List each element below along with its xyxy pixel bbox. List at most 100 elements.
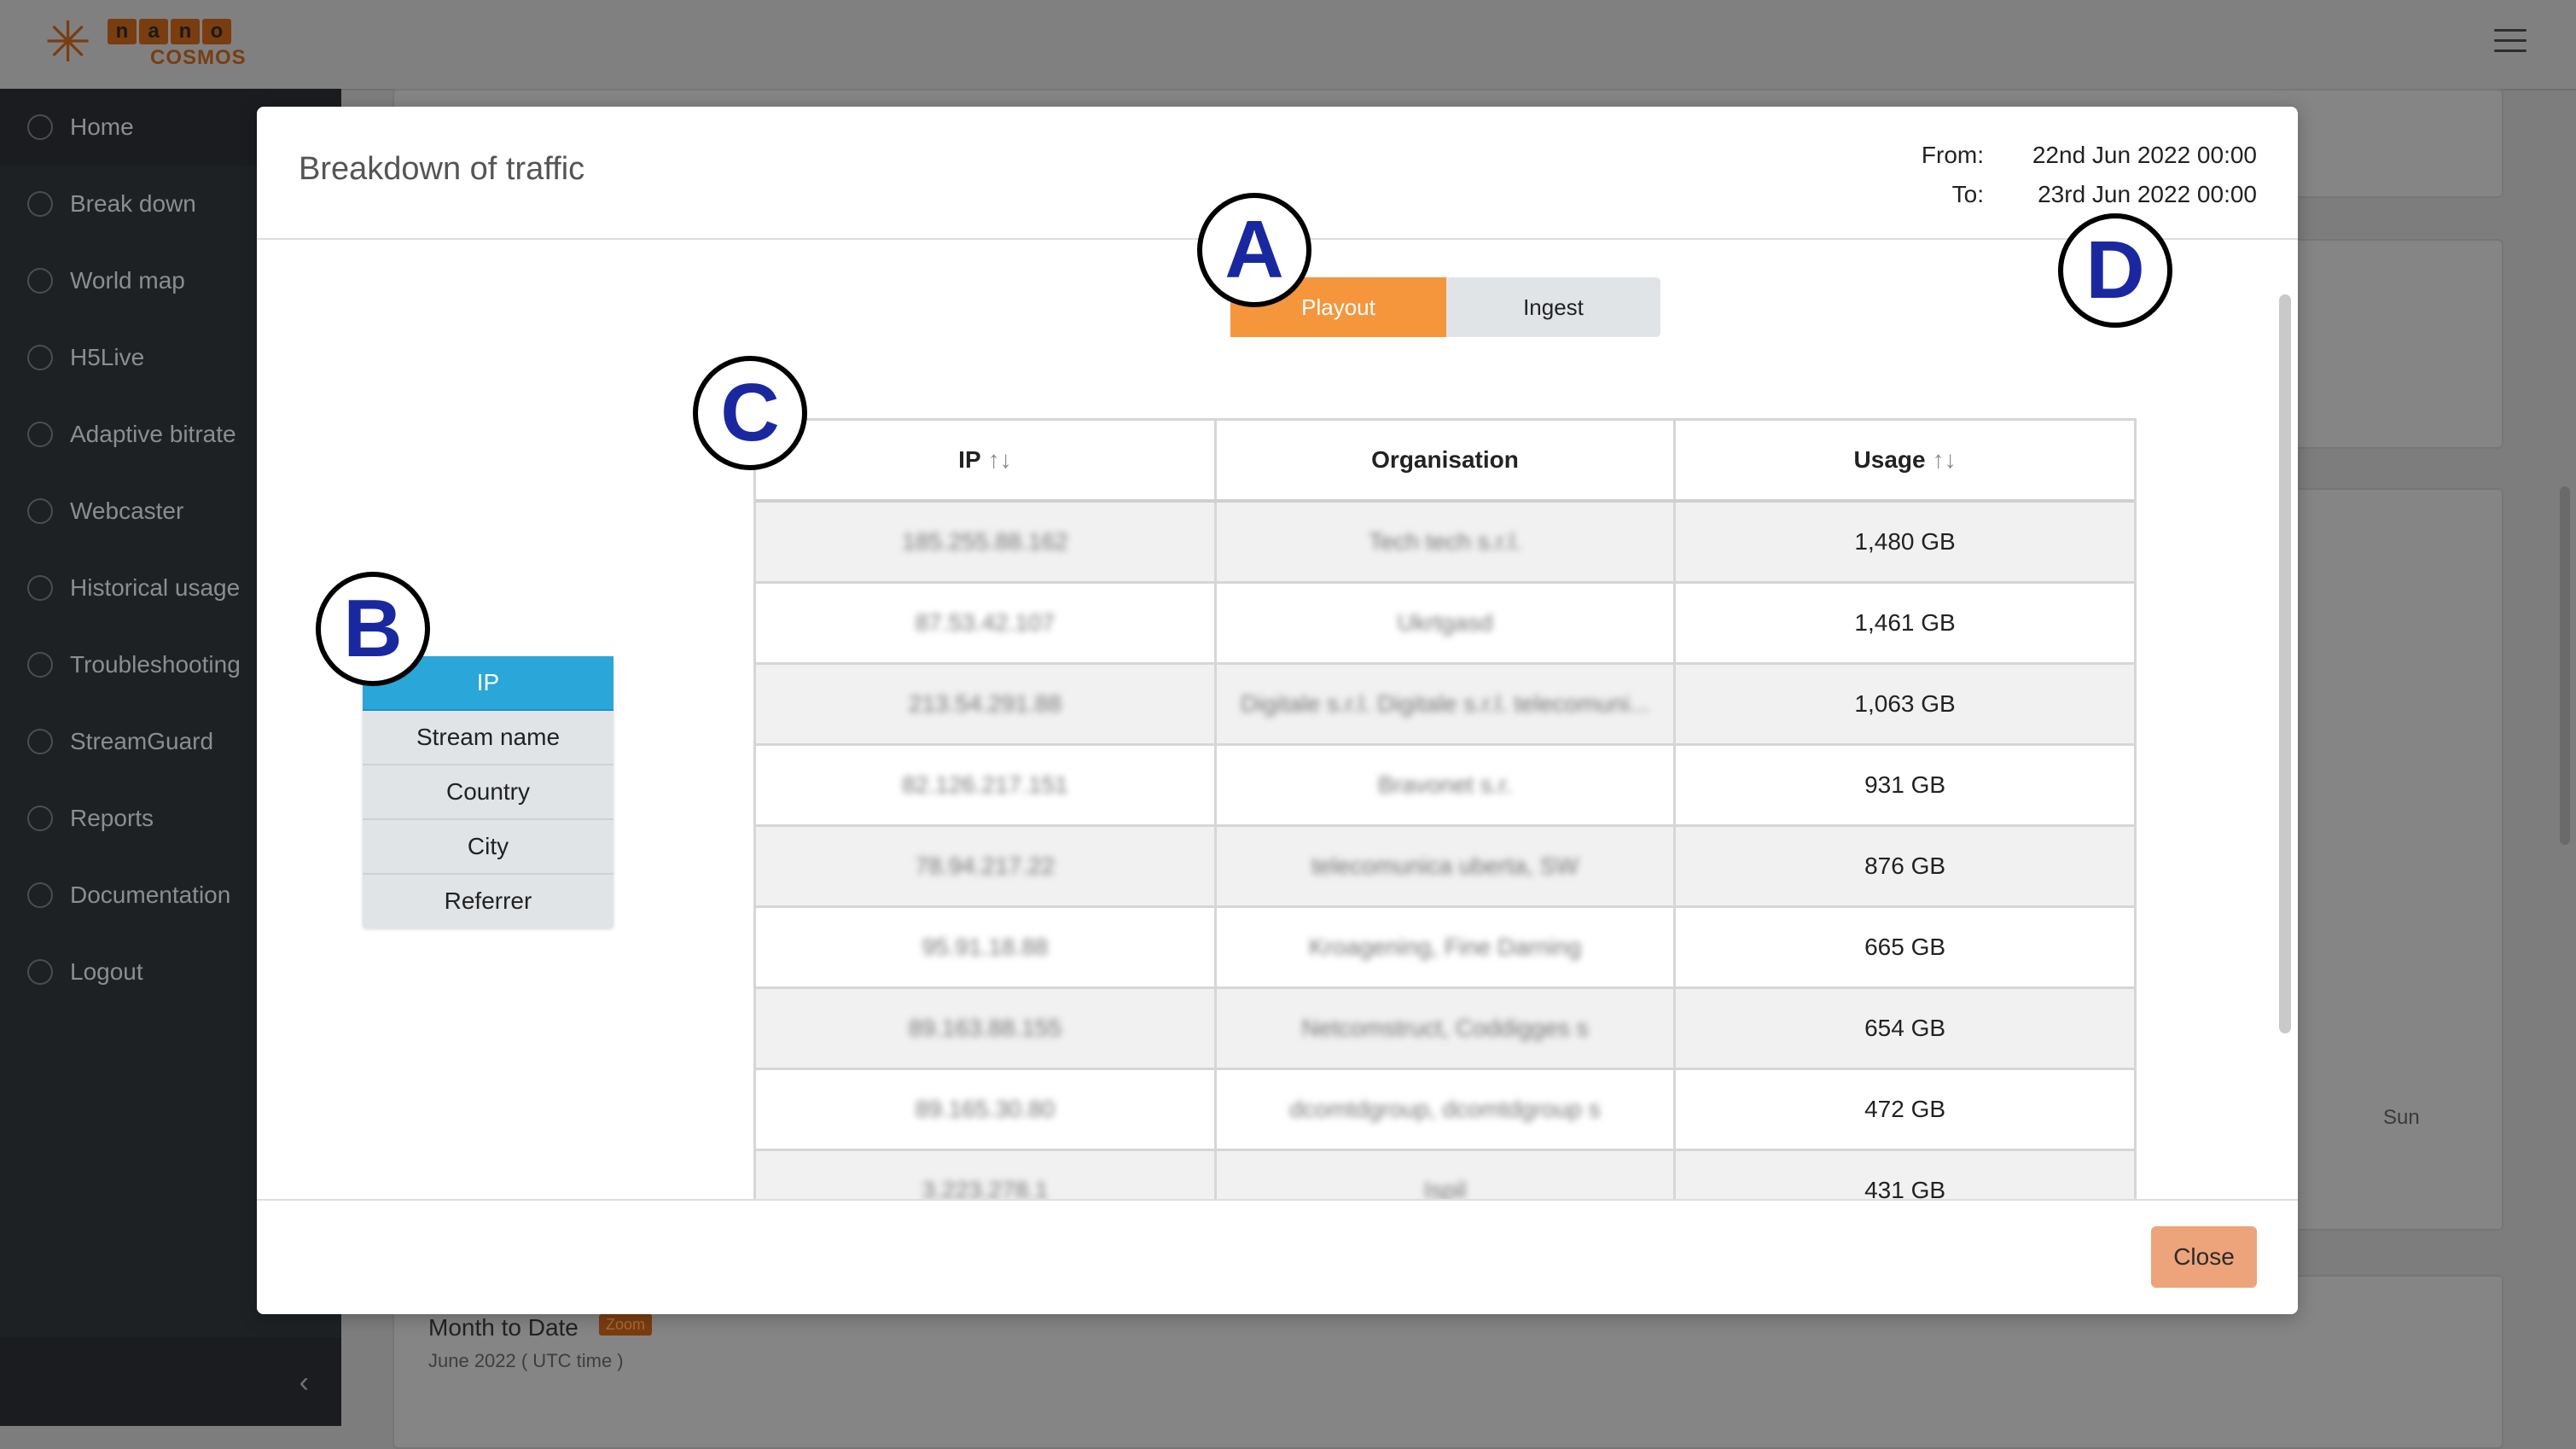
sort-icon[interactable]: ↑↓ bbox=[988, 446, 1012, 473]
ip-cell: 185.255.88.162 bbox=[756, 501, 1217, 584]
organisation-cell: Kroagening, Fine Darning bbox=[1215, 906, 1677, 989]
sidebar-item-label: World map bbox=[70, 267, 185, 294]
sidebar-item-label: Break down bbox=[70, 190, 196, 217]
sidebar-item-label: Logout bbox=[70, 958, 143, 985]
ip-cell-value: 89.165.30.80 bbox=[915, 1096, 1055, 1122]
organisation-cell-value: Bravonet s.r. bbox=[1377, 771, 1513, 798]
chevron-left-icon: ‹ bbox=[299, 1366, 309, 1399]
organisation-cell-value: Netcomstruct, Coddigges s bbox=[1301, 1015, 1589, 1041]
sidebar-item-label: Home bbox=[70, 113, 134, 140]
column-header-label: Organisation bbox=[1371, 446, 1519, 473]
modal-footer: Close bbox=[257, 1199, 2298, 1314]
table-header-row: IP ↑↓ Organisation Usage ↑↓ bbox=[756, 421, 2134, 503]
ip-cell: 89.165.30.80 bbox=[756, 1068, 1217, 1151]
dashboard-icon bbox=[27, 114, 53, 140]
usage-cell: 931 GB bbox=[1674, 744, 2134, 827]
from-value: 22nd Jun 2022 00:00 bbox=[2032, 142, 2257, 168]
usage-cell-value: 654 GB bbox=[1864, 1015, 1946, 1041]
ip-cell-value: 213.54.291.88 bbox=[908, 690, 1061, 717]
organisation-cell-value: telecomunica uberta, SW bbox=[1311, 853, 1579, 879]
ip-cell-value: 82.126.217.151 bbox=[902, 771, 1068, 798]
column-header-ip[interactable]: IP ↑↓ bbox=[756, 421, 1217, 503]
ip-cell: 213.54.291.88 bbox=[756, 663, 1217, 746]
hamburger-menu-icon[interactable] bbox=[2494, 29, 2527, 55]
ip-cell-value: 95.91.18.88 bbox=[922, 934, 1049, 960]
table-row: 89.165.30.80 dcomtdgroup, dcomtdgroup s 47… bbox=[756, 1068, 2134, 1151]
group-by-list: IP Stream name Country City Referrer bbox=[363, 656, 613, 928]
logout-icon bbox=[27, 959, 53, 985]
file-icon bbox=[27, 806, 53, 831]
sidebar-item-label: H5Live bbox=[70, 344, 145, 370]
usage-cell: 1,480 GB bbox=[1674, 501, 2134, 584]
organisation-cell: Tech tech s.r.l. bbox=[1215, 501, 1677, 584]
usage-cell: 472 GB bbox=[1674, 1068, 2134, 1151]
book-icon bbox=[27, 882, 53, 908]
background-zoom-badge[interactable]: Zoom bbox=[599, 1314, 653, 1336]
usage-cell: 876 GB bbox=[1674, 825, 2134, 908]
marker-d: D bbox=[2058, 213, 2172, 328]
dashboard-icon bbox=[27, 345, 53, 370]
logo-star-icon: ✳ bbox=[44, 9, 92, 75]
ip-cell-value: 185.255.88.162 bbox=[902, 528, 1068, 555]
usage-cell: 1,461 GB bbox=[1674, 582, 2134, 665]
organisation-cell: dcomtdgroup, dcomtdgroup s bbox=[1215, 1068, 1677, 1151]
traffic-table: IP ↑↓ Organisation Usage ↑↓ 185.255.88.162… bbox=[753, 418, 2137, 1314]
column-header-organisation: Organisation bbox=[1215, 421, 1677, 503]
column-header-usage[interactable]: Usage ↑↓ bbox=[1674, 421, 2134, 503]
table-row: 78.94.217.22 telecomunica uberta, SW 876 G… bbox=[756, 825, 2134, 908]
usage-cell-value: 931 GB bbox=[1864, 771, 1946, 798]
date-range: From: 22nd Jun 2022 00:00 To: 23rd Jun 202… bbox=[1873, 136, 2257, 214]
sidebar-item-label: Documentation bbox=[70, 882, 231, 908]
organisation-cell-value: dcomtdgroup, dcomtdgroup s bbox=[1289, 1096, 1601, 1122]
page-scrollbar[interactable] bbox=[2560, 486, 2570, 845]
organisation-cell-value: Digitale s.r.l. Digitale s.r.l. telecomu… bbox=[1240, 690, 1650, 717]
logo-letter: o bbox=[202, 19, 231, 44]
clock-icon bbox=[27, 575, 53, 601]
table-row: 185.255.88.162 Tech tech s.r.l. 1,480 GB bbox=[756, 501, 2134, 584]
table-row: 82.126.217.151 Bravonet s.r. 931 GB bbox=[756, 744, 2134, 827]
sidebar-item-label: Reports bbox=[70, 805, 154, 831]
ip-cell: 89.163.88.155 bbox=[756, 987, 1217, 1070]
usage-cell-value: 472 GB bbox=[1864, 1096, 1946, 1122]
logo-letter: n bbox=[171, 19, 200, 44]
tab-ingest[interactable]: Ingest bbox=[1446, 277, 1660, 337]
column-header-label: Usage bbox=[1853, 446, 1926, 473]
usage-cell-value: 1,480 GB bbox=[1854, 528, 1956, 555]
group-by-city[interactable]: City bbox=[363, 820, 613, 875]
organisation-cell: telecomunica uberta, SW bbox=[1215, 825, 1677, 908]
table-row: 213.54.291.88 Digitale s.r.l. Digitale s.… bbox=[756, 663, 2134, 746]
ip-cell: 82.126.217.151 bbox=[756, 744, 1217, 827]
background-chart-day-label: Sun bbox=[2383, 1106, 2420, 1129]
logo-letter: n bbox=[108, 19, 137, 44]
organisation-cell-value: Kroagening, Fine Darning bbox=[1308, 934, 1582, 960]
marker-a: A bbox=[1197, 193, 1311, 307]
sidebar-item-label: Adaptive bitrate bbox=[70, 421, 236, 447]
close-button[interactable]: Close bbox=[2151, 1226, 2257, 1288]
ip-cell-value: 78.94.217.22 bbox=[915, 853, 1055, 879]
usage-cell-value: 876 GB bbox=[1864, 853, 1946, 879]
top-bar: ✳ n a n o COSMOS bbox=[0, 0, 2576, 90]
from-label: From: bbox=[1921, 142, 1984, 168]
modal-scrollbar-thumb[interactable] bbox=[2279, 294, 2291, 1033]
logo-letter: a bbox=[139, 19, 168, 44]
organisation-cell-value: Tech tech s.r.l. bbox=[1369, 528, 1521, 555]
group-by-country[interactable]: Country bbox=[363, 765, 613, 820]
sidebar-item-label: Troubleshooting bbox=[70, 651, 241, 678]
marker-b: B bbox=[316, 572, 430, 686]
to-value: 23rd Jun 2022 00:00 bbox=[2038, 181, 2257, 207]
table-row: 95.91.18.88 Kroagening, Fine Darning 665 G… bbox=[756, 906, 2134, 989]
dashboard-icon bbox=[27, 268, 53, 294]
logo-letters: n a n o bbox=[108, 19, 231, 44]
tools-icon bbox=[27, 652, 53, 678]
ip-cell-value: 87.53.42.107 bbox=[915, 609, 1055, 636]
nanocosmos-logo[interactable]: ✳ n a n o COSMOS bbox=[44, 9, 246, 75]
column-header-label: IP bbox=[958, 446, 981, 473]
sort-icon[interactable]: ↑↓ bbox=[1933, 446, 1957, 473]
sidebar-collapse-button[interactable]: ‹ bbox=[0, 1337, 341, 1426]
group-by-stream-name[interactable]: Stream name bbox=[363, 711, 613, 765]
dashboard-icon bbox=[27, 498, 53, 524]
background-month-subtitle: June 2022 ( UTC time ) bbox=[428, 1350, 624, 1371]
gauge-icon bbox=[27, 422, 53, 447]
usage-cell-value: 1,063 GB bbox=[1854, 690, 1956, 717]
group-by-referrer[interactable]: Referrer bbox=[363, 875, 613, 928]
